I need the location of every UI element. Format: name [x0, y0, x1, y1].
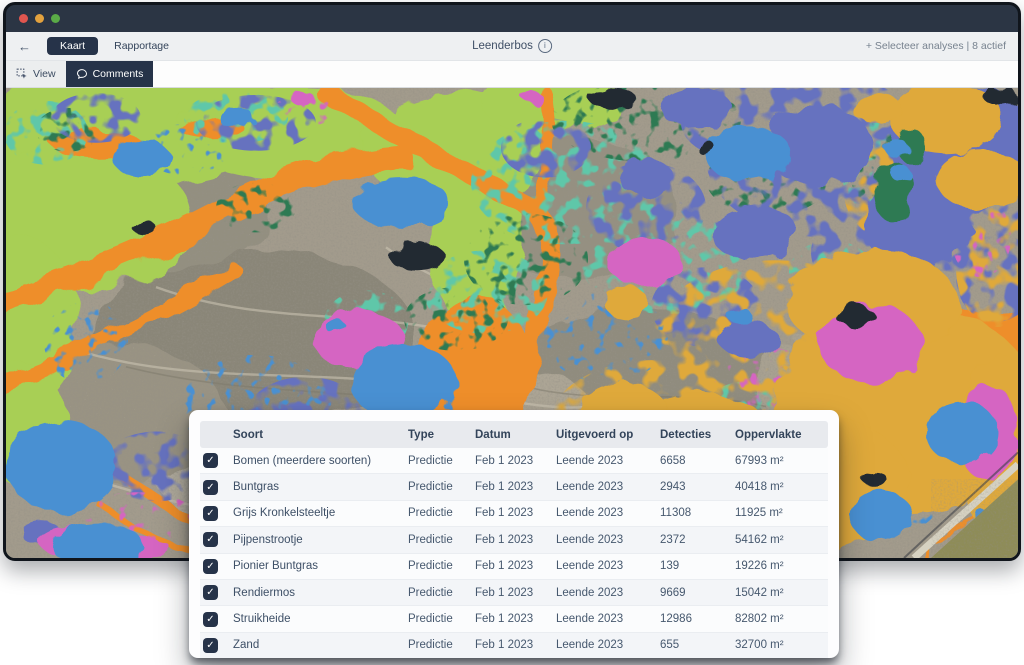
cell-type: Predictie — [408, 639, 475, 651]
cell-oppervlakte: 40418 m² — [735, 481, 828, 493]
row-checkbox[interactable]: ✓ — [203, 638, 218, 653]
cell-uitgevoerd-op: Leende 2023 — [556, 639, 660, 651]
comments-button[interactable]: Comments — [66, 61, 154, 87]
cell-type: Predictie — [408, 560, 475, 572]
cell-uitgevoerd-op: Leende 2023 — [556, 455, 660, 467]
cell-datum: Feb 1 2023 — [475, 560, 556, 572]
cell-uitgevoerd-op: Leende 2023 — [556, 587, 660, 599]
cell-detecties: 12986 — [660, 613, 735, 625]
column-header-uitgevoerd-op: Uitgevoerd op — [556, 429, 660, 441]
cell-datum: Feb 1 2023 — [475, 613, 556, 625]
table-row: ✓ Pionier Buntgras Predictie Feb 1 2023 … — [200, 553, 828, 579]
close-window-icon[interactable] — [19, 14, 28, 23]
row-checkbox[interactable]: ✓ — [203, 585, 218, 600]
cell-type: Predictie — [408, 534, 475, 546]
column-header-datum: Datum — [475, 429, 556, 441]
cell-uitgevoerd-op: Leende 2023 — [556, 560, 660, 572]
cell-type: Predictie — [408, 507, 475, 519]
cell-detecties: 655 — [660, 639, 735, 651]
cell-oppervlakte: 11925 m² — [735, 507, 828, 519]
cell-soort: Struikheide — [233, 613, 408, 625]
navigation-bar: ← Kaart Rapportage Leenderbos i + Select… — [6, 32, 1018, 61]
table-row: ✓ Zand Predictie Feb 1 2023 Leende 2023 … — [200, 632, 828, 658]
tab-kaart[interactable]: Kaart — [47, 37, 98, 56]
cell-detecties: 9669 — [660, 587, 735, 599]
cell-soort: Grijs Kronkelsteeltje — [233, 507, 408, 519]
cell-oppervlakte: 15042 m² — [735, 587, 828, 599]
cell-soort: Bomen (meerdere soorten) — [233, 455, 408, 467]
column-header-oppervlakte: Oppervlakte — [735, 429, 828, 441]
page-title: Leenderbos — [472, 40, 533, 52]
cell-oppervlakte: 67993 m² — [735, 455, 828, 467]
select-analyses-button[interactable]: + Selecteer analyses | 8 actief — [866, 40, 1006, 52]
table-row: ✓ Grijs Kronkelsteeltje Predictie Feb 1 … — [200, 500, 828, 526]
table-row: ✓ Buntgras Predictie Feb 1 2023 Leende 2… — [200, 473, 828, 499]
window-titlebar — [6, 5, 1018, 32]
cell-datum: Feb 1 2023 — [475, 587, 556, 599]
zoom-window-icon[interactable] — [51, 14, 60, 23]
cell-uitgevoerd-op: Leende 2023 — [556, 613, 660, 625]
view-button[interactable]: View — [6, 61, 66, 87]
select-cursor-icon — [16, 68, 28, 80]
table-row: ✓ Struikheide Predictie Feb 1 2023 Leend… — [200, 605, 828, 631]
info-icon[interactable]: i — [538, 39, 552, 53]
tab-rapportage[interactable]: Rapportage — [114, 40, 169, 52]
cell-soort: Pionier Buntgras — [233, 560, 408, 572]
back-button[interactable]: ← — [18, 40, 31, 53]
cell-datum: Feb 1 2023 — [475, 639, 556, 651]
page-title-group: Leenderbos i — [472, 39, 552, 53]
cell-soort: Buntgras — [233, 481, 408, 493]
row-checkbox[interactable]: ✓ — [203, 532, 218, 547]
cell-oppervlakte: 82802 m² — [735, 613, 828, 625]
table-row: ✓ Pijpenstrootje Predictie Feb 1 2023 Le… — [200, 526, 828, 552]
cell-datum: Feb 1 2023 — [475, 481, 556, 493]
column-header-soort: Soort — [233, 429, 408, 441]
cell-uitgevoerd-op: Leende 2023 — [556, 507, 660, 519]
cell-detecties: 2372 — [660, 534, 735, 546]
table-row: ✓ Bomen (meerdere soorten) Predictie Feb… — [200, 448, 828, 473]
cell-soort: Rendiermos — [233, 587, 408, 599]
cell-type: Predictie — [408, 455, 475, 467]
row-checkbox[interactable]: ✓ — [203, 453, 218, 468]
speech-bubble-icon — [76, 68, 88, 80]
cell-oppervlakte: 32700 m² — [735, 639, 828, 651]
table-header-row: Soort Type Datum Uitgevoerd op Detecties… — [200, 421, 828, 448]
cell-detecties: 2943 — [660, 481, 735, 493]
cell-oppervlakte: 54162 m² — [735, 534, 828, 546]
map-toolbar: View Comments — [6, 61, 1018, 88]
row-checkbox[interactable]: ✓ — [203, 612, 218, 627]
cell-type: Predictie — [408, 481, 475, 493]
analyses-table-card: Soort Type Datum Uitgevoerd op Detecties… — [189, 410, 839, 658]
column-header-detecties: Detecties — [660, 429, 735, 441]
table-row: ✓ Rendiermos Predictie Feb 1 2023 Leende… — [200, 579, 828, 605]
row-checkbox[interactable]: ✓ — [203, 559, 218, 574]
cell-datum: Feb 1 2023 — [475, 507, 556, 519]
cell-datum: Feb 1 2023 — [475, 534, 556, 546]
cell-soort: Zand — [233, 639, 408, 651]
column-header-type: Type — [408, 429, 475, 441]
cell-detecties: 6658 — [660, 455, 735, 467]
cell-oppervlakte: 19226 m² — [735, 560, 828, 572]
row-checkbox[interactable]: ✓ — [203, 480, 218, 495]
table-rows: ✓ Bomen (meerdere soorten) Predictie Feb… — [200, 448, 828, 658]
row-checkbox[interactable]: ✓ — [203, 506, 218, 521]
minimize-window-icon[interactable] — [35, 14, 44, 23]
cell-detecties: 139 — [660, 560, 735, 572]
cell-uitgevoerd-op: Leende 2023 — [556, 534, 660, 546]
cell-detecties: 11308 — [660, 507, 735, 519]
cell-soort: Pijpenstrootje — [233, 534, 408, 546]
cell-type: Predictie — [408, 613, 475, 625]
cell-uitgevoerd-op: Leende 2023 — [556, 481, 660, 493]
cell-datum: Feb 1 2023 — [475, 455, 556, 467]
cell-type: Predictie — [408, 587, 475, 599]
